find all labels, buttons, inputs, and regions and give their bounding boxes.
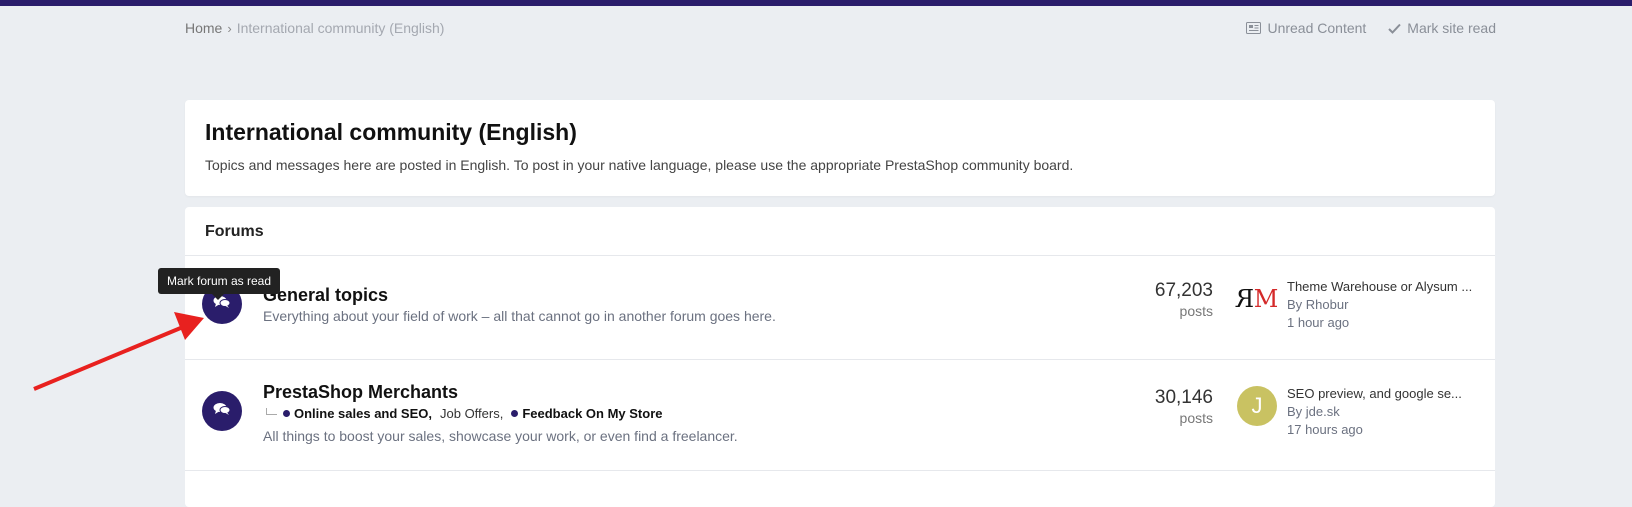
last-post-title[interactable]: Theme Warehouse or Alysum ... <box>1287 279 1487 294</box>
forum-description: All things to boost your sales, showcase… <box>263 428 738 444</box>
post-count-label: posts <box>1179 410 1213 426</box>
post-count-label: posts <box>1179 303 1213 319</box>
last-post-author[interactable]: By Rhobur <box>1287 297 1487 312</box>
breadcrumb-separator: › <box>227 20 232 36</box>
category-header: International community (English) Topics… <box>185 100 1495 196</box>
unread-content-link[interactable]: Unread Content <box>1246 20 1366 36</box>
avatar[interactable]: J <box>1237 386 1277 426</box>
top-actions: Unread Content Mark site read <box>1246 20 1496 36</box>
unread-content-label: Unread Content <box>1267 20 1367 36</box>
breadcrumb-current[interactable]: International community (English) <box>237 20 445 36</box>
forum-row-general-topics: General topics Everything about your fie… <box>185 256 1495 359</box>
subforum-connector <box>266 408 277 415</box>
subforum-link[interactable]: Online sales and SEO, <box>283 406 432 421</box>
top-accent-bar <box>0 0 1632 6</box>
subforum-list: Online sales and SEO, Job Offers, Feedba… <box>263 406 671 421</box>
divider <box>185 470 1495 471</box>
subforum-link[interactable]: Feedback On My Store <box>511 406 663 421</box>
mark-site-read-link[interactable]: Mark site read <box>1388 20 1496 36</box>
forums-heading: Forums <box>205 223 264 240</box>
last-post-author[interactable]: By jde.sk <box>1287 404 1487 419</box>
forum-post-count: 67,203 posts <box>1155 280 1213 319</box>
comments-icon <box>213 402 231 421</box>
page-description: Topics and messages here are posted in E… <box>205 157 1074 173</box>
check-icon <box>1388 23 1402 34</box>
page-title: International community (English) <box>205 119 577 145</box>
post-count-value: 30,146 <box>1154 387 1213 408</box>
subforum-link[interactable]: Job Offers, <box>440 406 503 421</box>
last-post: Theme Warehouse or Alysum ... By Rhobur … <box>1287 279 1487 330</box>
breadcrumb: Home › International community (English) <box>185 20 444 36</box>
mark-site-read-label: Mark site read <box>1407 20 1496 36</box>
avatar[interactable]: RM <box>1237 279 1278 319</box>
breadcrumb-home[interactable]: Home <box>185 20 222 36</box>
mark-forum-read-tooltip: Mark forum as read <box>158 268 281 300</box>
mark-forum-read-button[interactable] <box>202 391 242 431</box>
forum-row-prestashop-merchants: PrestaShop Merchants Online sales and SE… <box>185 360 1495 470</box>
post-count-value: 67,203 <box>1154 280 1213 301</box>
forums-list: Forums General topics Everything about y… <box>185 207 1495 507</box>
last-post: SEO preview, and google se... By jde.sk … <box>1287 386 1487 437</box>
last-post-time: 17 hours ago <box>1287 422 1363 437</box>
forum-title[interactable]: PrestaShop Merchants <box>263 382 458 403</box>
last-post-title[interactable]: SEO preview, and google se... <box>1287 386 1487 401</box>
forum-title[interactable]: General topics <box>263 285 388 306</box>
forum-description: Everything about your field of work – al… <box>263 308 776 324</box>
forum-post-count: 30,146 posts <box>1155 387 1213 426</box>
newspaper-icon <box>1246 22 1262 34</box>
last-post-time: 1 hour ago <box>1287 315 1350 330</box>
